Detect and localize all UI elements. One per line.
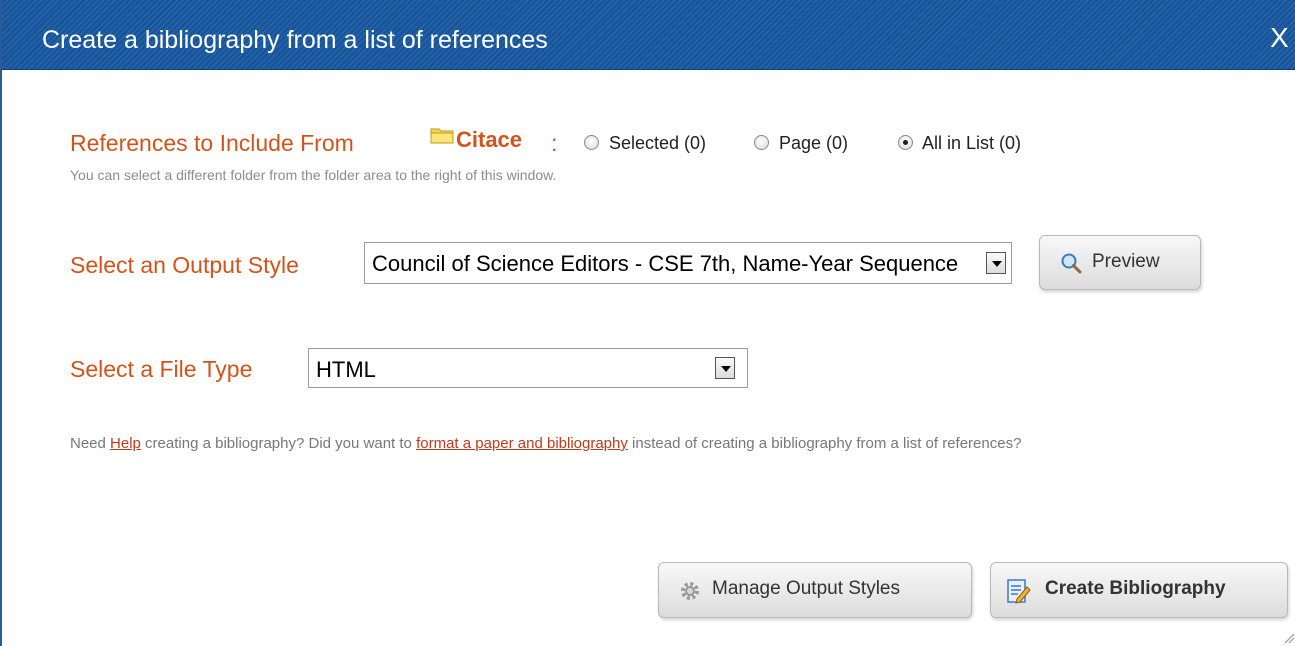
create-bibliography-label: Create Bibliography [1045, 578, 1226, 599]
radio-selected[interactable] [584, 135, 599, 150]
radio-page-label[interactable]: Page (0) [779, 133, 848, 154]
help-text: Need Help creating a bibliography? Did y… [70, 432, 1260, 456]
output-style-select[interactable]: Council of Science Editors - CSE 7th, Na… [364, 242, 1012, 284]
file-type-value: HTML [316, 357, 376, 382]
manage-output-styles-label: Manage Output Styles [712, 578, 900, 599]
preview-button-label: Preview [1092, 251, 1160, 272]
help-text-part3: instead of creating a bibliography from … [627, 435, 1022, 452]
folder-icon [430, 128, 454, 144]
gear-icon [681, 582, 699, 600]
chevron-down-icon[interactable] [986, 252, 1006, 274]
help-text-part1: Need [70, 435, 111, 452]
magnifier-icon [1061, 253, 1082, 274]
resize-grip-icon[interactable] [1283, 632, 1295, 644]
dialog-titlebar[interactable]: Create a bibliography from a list of ref… [2, 0, 1295, 70]
format-paper-link[interactable]: format a paper and bibliography [416, 435, 628, 452]
radio-selected-label[interactable]: Selected (0) [609, 133, 706, 154]
create-bibliography-button[interactable]: Create Bibliography [990, 562, 1288, 618]
radio-all-in-list-label[interactable]: All in List (0) [922, 133, 1021, 154]
folder-hint: You can select a different folder from t… [70, 167, 557, 183]
file-type-label: Select a File Type [70, 356, 253, 382]
preview-button[interactable]: Preview [1039, 235, 1201, 290]
references-label: References to Include From [70, 130, 354, 156]
chevron-down-icon[interactable] [715, 357, 735, 379]
references-colon: : [551, 130, 558, 156]
help-text-part2: creating a bibliography? Did you want to [140, 435, 417, 452]
manage-output-styles-button[interactable]: Manage Output Styles [658, 562, 972, 618]
close-button[interactable]: X [1270, 22, 1289, 54]
edit-document-icon [1007, 579, 1031, 604]
radio-all-in-list[interactable] [898, 135, 913, 150]
output-style-label: Select an Output Style [70, 252, 299, 278]
output-style-value: Council of Science Editors - CSE 7th, Na… [372, 251, 959, 276]
help-link[interactable]: Help [110, 435, 141, 452]
dialog-title: Create a bibliography from a list of ref… [42, 26, 548, 54]
radio-page[interactable] [754, 135, 769, 150]
folder-name[interactable]: Citace [456, 127, 522, 153]
file-type-select[interactable]: HTML [308, 348, 748, 388]
bibliography-dialog: Create a bibliography from a list of ref… [0, 0, 1295, 646]
